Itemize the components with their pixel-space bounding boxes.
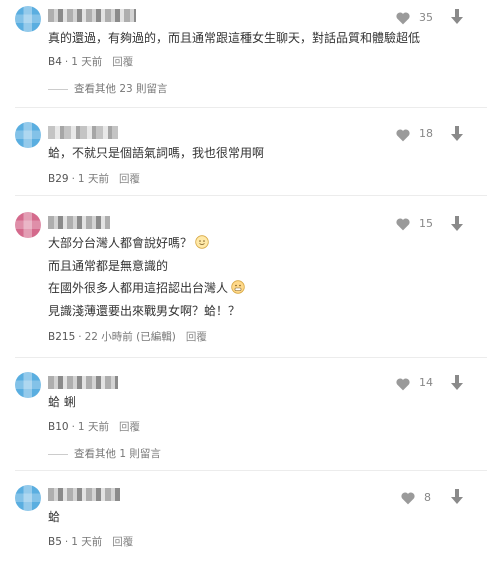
comment-meta: B215 · 22 小時前 (已編輯) 回覆 [48,331,207,343]
username-blurred [48,376,118,389]
timestamp: 22 小時前 (已編輯) [84,331,176,343]
comment-text: 蛤 蜊 [48,395,76,409]
arrow-down-icon[interactable] [450,375,464,391]
heart-icon[interactable] [395,217,411,231]
like-count: 35 [419,11,433,24]
like-count: 8 [424,491,431,504]
comment-text-line-1: 大部分台灣人都會說好嗎？ [48,234,209,252]
smile-emoji-icon [195,235,209,249]
comment-text: 蛤，不就只是個語氣詞嗎，我也很常用啊 [48,146,265,160]
view-more-replies[interactable]: 查看其他 1 則留言 [48,446,161,461]
username-blurred [48,126,118,139]
heart-icon[interactable] [395,11,411,25]
floor-number: B4 [48,56,62,68]
divider [15,195,487,196]
heart-icon[interactable] [400,491,416,505]
reply-button[interactable]: 回覆 [119,173,140,185]
avatar[interactable] [15,485,41,511]
heart-icon[interactable] [395,128,411,142]
comment-text-line-3: 在國外很多人都用這招認出台灣人 [48,279,245,297]
like-count: 14 [419,376,433,389]
floor-number: B29 [48,173,69,185]
arrow-down-icon[interactable] [450,216,464,232]
divider [15,470,487,471]
comment-meta: B29 · 1 天前 回覆 [48,173,140,185]
floor-number: B215 [48,331,76,343]
arrow-down-icon[interactable] [450,489,464,505]
reply-button[interactable]: 回覆 [119,421,140,433]
heart-icon[interactable] [395,377,411,391]
timestamp: 1 天前 [71,56,103,68]
arrow-down-icon[interactable] [450,126,464,142]
divider [15,107,487,108]
grimace-emoji-icon [231,280,245,294]
comment-meta: B10 · 1 天前 回覆 [48,421,140,433]
floor-number: B10 [48,421,69,433]
divider [15,357,487,358]
reply-button[interactable]: 回覆 [186,331,207,343]
comment-text-line-4: 見識淺薄還要出來戰男女啊？蛤！？ [48,304,241,318]
comment-meta: B4 · 1 天前 回覆 [48,56,134,68]
avatar[interactable] [15,6,41,32]
username-blurred [48,9,136,22]
avatar[interactable] [15,122,41,148]
timestamp: 1 天前 [77,173,109,185]
avatar[interactable] [15,372,41,398]
reply-button[interactable]: 回覆 [112,56,133,68]
comment-meta: B5 · 1 天前 回覆 [48,536,134,548]
timestamp: 1 天前 [77,421,109,433]
arrow-down-icon[interactable] [450,9,464,25]
comment-text-line-2: 而且通常都是無意識的 [48,259,169,273]
username-blurred [48,488,120,501]
like-count: 18 [419,127,433,140]
avatar[interactable] [15,212,41,238]
username-blurred [48,216,110,229]
timestamp: 1 天前 [71,536,103,548]
view-more-replies[interactable]: 查看其他 23 則留言 [48,81,168,96]
comment-text: 真的還過，有夠過的，而且通常跟這種女生聊天，對話品質和體驗超低 [48,31,421,45]
reply-button[interactable]: 回覆 [112,536,133,548]
floor-number: B5 [48,536,62,548]
comment-text: 蛤 [48,510,61,524]
like-count: 15 [419,217,433,230]
